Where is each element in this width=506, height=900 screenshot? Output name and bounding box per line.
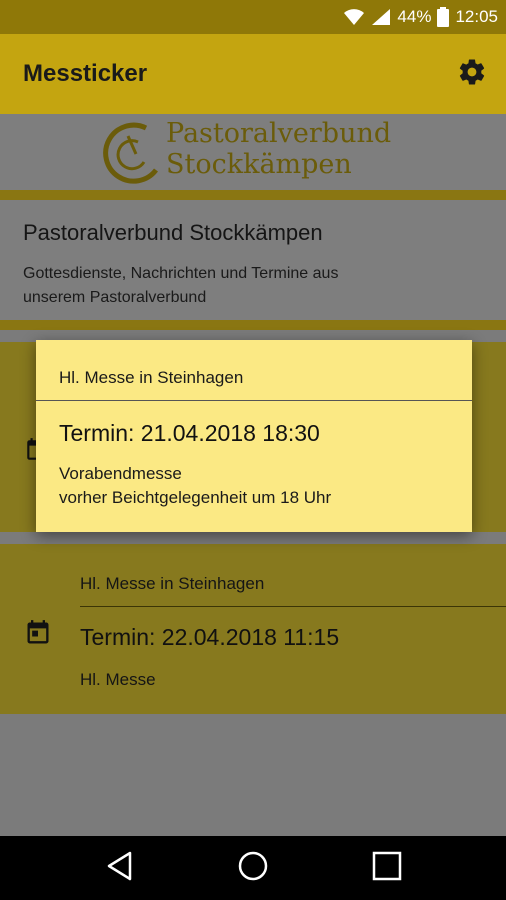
signal-icon	[371, 8, 391, 26]
popup-description: Vorabendmesse vorher Beichtgelegenheit u…	[59, 462, 331, 510]
info-description-line-1: Gottesdienste, Nachrichten und Termine a…	[23, 265, 339, 282]
back-triangle-icon	[106, 851, 134, 886]
event-card[interactable]: Hl. Messe in Steinhagen Termin: 22.04.20…	[0, 544, 506, 714]
clock: 12:05	[455, 7, 498, 26]
info-description-line-2: unserem Pastoralverbund	[23, 289, 207, 306]
app-bar: Messticker	[0, 34, 506, 114]
logo-banner: Pastoralverbund Stockkämpen	[0, 114, 506, 190]
wifi-icon	[343, 8, 365, 26]
popup-description-line-1: Vorabendmesse	[59, 464, 182, 483]
divider-band	[0, 190, 506, 200]
settings-button[interactable]	[454, 56, 490, 92]
divider-band	[0, 320, 506, 330]
status-bar: 44% 12:05	[0, 0, 506, 34]
status-icons: 44% 12:05	[343, 6, 498, 28]
info-title: Pastoralverbund Stockkämpen	[23, 220, 323, 245]
info-card: Pastoralverbund Stockkämpen Gottesdienst…	[0, 200, 506, 320]
event-location: Hl. Messe in Steinhagen	[80, 574, 265, 593]
info-description: Gottesdienste, Nachrichten und Termine a…	[23, 262, 483, 310]
back-button[interactable]	[100, 848, 140, 888]
popup-description-line-2: vorher Beichtgelegenheit um 18 Uhr	[59, 488, 332, 507]
home-button[interactable]	[233, 848, 273, 888]
battery-icon	[437, 7, 450, 27]
popup-divider	[36, 400, 472, 401]
calendar-icon	[24, 619, 52, 652]
logo-line-2: Stockkämpen	[166, 149, 352, 180]
home-circle-icon	[237, 850, 269, 887]
navigation-bar	[0, 836, 506, 900]
logo-icon	[100, 118, 162, 193]
logo-text: Pastoralverbund Stockkämpen	[166, 118, 391, 180]
popup-location: Hl. Messe in Steinhagen	[59, 368, 244, 387]
popup-date: Termin: 21.04.2018 18:30	[59, 420, 320, 446]
gear-icon	[457, 57, 487, 92]
battery-percent: 44%	[397, 7, 432, 26]
event-detail-popup[interactable]: Hl. Messe in Steinhagen Termin: 21.04.20…	[36, 340, 472, 532]
event-divider	[80, 606, 506, 607]
event-date: Termin: 22.04.2018 11:15	[80, 624, 340, 650]
logo-line-1: Pastoralverbund	[166, 118, 392, 149]
recents-button[interactable]	[367, 848, 407, 888]
recents-square-icon	[372, 851, 402, 886]
app-title: Messticker	[23, 60, 148, 87]
event-description: Hl. Messe	[80, 670, 156, 689]
